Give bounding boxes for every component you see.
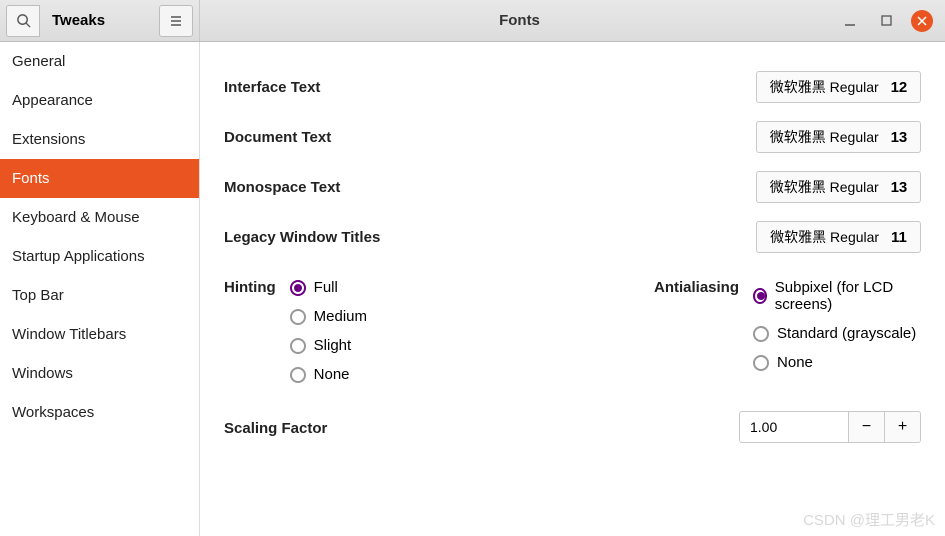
radio-option[interactable]: Medium (290, 308, 367, 325)
window-close-button[interactable] (911, 10, 933, 32)
radio-option[interactable]: Full (290, 279, 367, 296)
font-row: Legacy Window Titles 微软雅黑 Regular 11 (224, 212, 921, 262)
close-icon (916, 15, 928, 27)
hinting-group: Full Medium Slight None (290, 276, 367, 383)
scaling-factor-input[interactable] (740, 412, 848, 442)
font-picker-button[interactable]: 微软雅黑 Regular 13 (756, 121, 921, 153)
radio-option[interactable]: Slight (290, 337, 367, 354)
radio-icon (753, 355, 769, 371)
radio-label: Slight (314, 337, 352, 354)
sidebar-item-extensions[interactable]: Extensions (0, 120, 199, 159)
antialiasing-group: Subpixel (for LCD screens) Standard (gray… (753, 276, 921, 383)
font-picker-button[interactable]: 微软雅黑 Regular 12 (756, 71, 921, 103)
radio-icon (290, 309, 306, 325)
radio-option[interactable]: Subpixel (for LCD screens) (753, 279, 921, 313)
sidebar-item-appearance[interactable]: Appearance (0, 81, 199, 120)
sidebar-item-windows[interactable]: Windows (0, 354, 199, 393)
font-row: Document Text 微软雅黑 Regular 13 (224, 112, 921, 162)
radio-label: None (314, 366, 350, 383)
font-row: Interface Text 微软雅黑 Regular 12 (224, 62, 921, 112)
sidebar-item-fonts[interactable]: Fonts (0, 159, 199, 198)
font-picker-button[interactable]: 微软雅黑 Regular 13 (756, 171, 921, 203)
radio-label: Standard (grayscale) (777, 325, 916, 342)
minimize-icon (844, 15, 856, 27)
scaling-increment-button[interactable]: + (884, 412, 920, 442)
window-maximize-button[interactable] (875, 10, 897, 32)
search-button[interactable] (6, 5, 40, 37)
hinting-label: Hinting (224, 276, 276, 383)
radio-label: Medium (314, 308, 367, 325)
font-picker-button[interactable]: 微软雅黑 Regular 11 (756, 221, 921, 253)
radio-label: Subpixel (for LCD screens) (775, 279, 921, 313)
content-pane: Interface Text 微软雅黑 Regular 12 Document Te… (200, 42, 945, 536)
maximize-icon (881, 15, 892, 26)
sidebar-item-window-titlebars[interactable]: Window Titlebars (0, 315, 199, 354)
radio-icon (290, 367, 306, 383)
radio-icon (753, 326, 769, 342)
sidebar-item-general[interactable]: General (0, 42, 199, 81)
font-row-label: Legacy Window Titles (224, 229, 380, 246)
radio-icon (290, 338, 306, 354)
menu-button[interactable] (159, 5, 193, 37)
sidebar: GeneralAppearanceExtensionsFontsKeyboard… (0, 42, 200, 536)
page-title: Fonts (200, 0, 839, 41)
radio-label: None (777, 354, 813, 371)
radio-icon (753, 288, 767, 304)
scaling-decrement-button[interactable]: − (848, 412, 884, 442)
font-row-label: Document Text (224, 129, 331, 146)
radio-icon (290, 280, 306, 296)
titlebar: Tweaks Fonts (0, 0, 945, 42)
radio-option[interactable]: Standard (grayscale) (753, 325, 921, 342)
sidebar-item-workspaces[interactable]: Workspaces (0, 393, 199, 432)
scaling-factor-spinner: − + (739, 411, 921, 443)
radio-label: Full (314, 279, 338, 296)
font-row-label: Monospace Text (224, 179, 340, 196)
hamburger-icon (169, 14, 183, 28)
scaling-factor-label: Scaling Factor (224, 417, 327, 437)
antialiasing-label: Antialiasing (654, 276, 739, 383)
font-row: Monospace Text 微软雅黑 Regular 13 (224, 162, 921, 212)
font-row-label: Interface Text (224, 79, 320, 96)
radio-option[interactable]: None (753, 354, 921, 371)
search-icon (16, 13, 31, 28)
sidebar-item-keyboard-mouse[interactable]: Keyboard & Mouse (0, 198, 199, 237)
sidebar-item-startup-applications[interactable]: Startup Applications (0, 237, 199, 276)
window-minimize-button[interactable] (839, 10, 861, 32)
radio-option[interactable]: None (290, 366, 367, 383)
sidebar-item-top-bar[interactable]: Top Bar (0, 276, 199, 315)
app-title: Tweaks (46, 12, 111, 29)
